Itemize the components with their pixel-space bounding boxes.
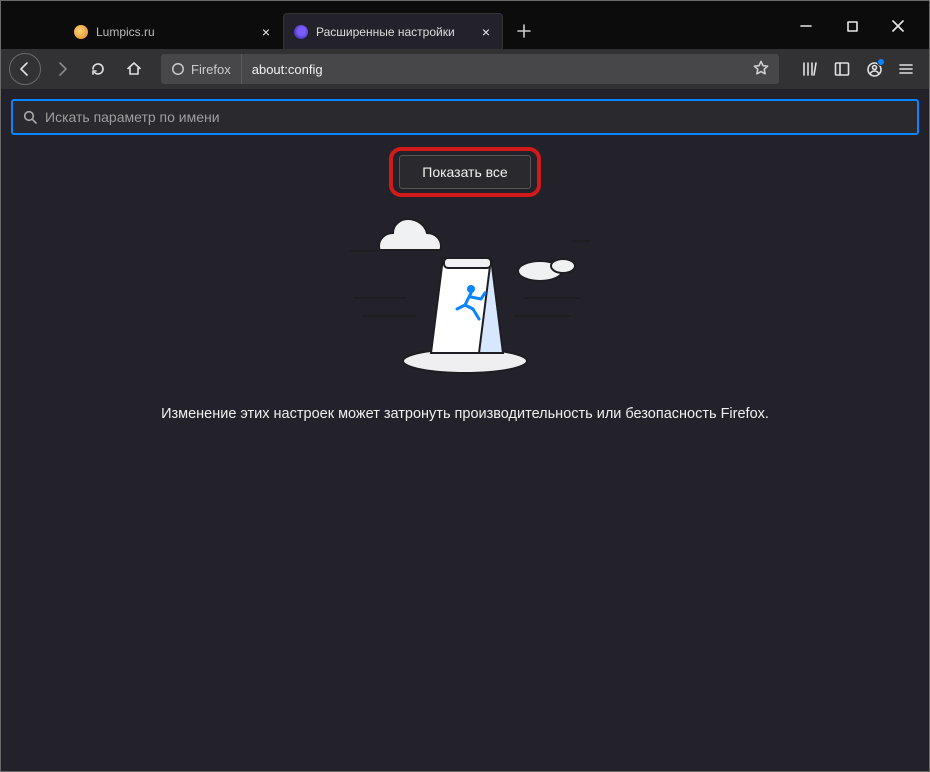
identity-box[interactable]: Firefox xyxy=(161,54,242,84)
url-text: about:config xyxy=(242,62,743,77)
show-all-wrap: Показать все xyxy=(399,155,530,189)
forward-button[interactable] xyxy=(47,54,77,84)
maximize-button[interactable] xyxy=(829,10,875,42)
window-controls xyxy=(783,9,929,43)
minimize-button[interactable] xyxy=(783,10,829,42)
close-tab-icon[interactable]: × xyxy=(260,25,272,39)
account-icon[interactable] xyxy=(859,54,889,84)
tab-about-config[interactable]: Расширенные настройки × xyxy=(283,13,503,49)
tab-lumpics[interactable]: Lumpics.ru × xyxy=(63,13,283,49)
favicon-icon xyxy=(74,25,88,39)
config-search-box[interactable] xyxy=(11,99,919,135)
tab-label: Lumpics.ru xyxy=(96,25,252,39)
firefox-logo-icon xyxy=(171,62,185,76)
back-button[interactable] xyxy=(9,53,41,85)
tab-strip: Lumpics.ru × Расширенные настройки × xyxy=(1,13,539,49)
warning-text: Изменение этих настроек может затронуть … xyxy=(161,406,769,422)
config-search-input[interactable] xyxy=(45,109,907,125)
close-window-button[interactable] xyxy=(875,10,921,42)
bookmark-star-icon[interactable] xyxy=(743,60,779,79)
page-content: Показать все xyxy=(1,89,929,771)
toolbar-right-icons xyxy=(795,54,921,84)
close-tab-icon[interactable]: × xyxy=(480,25,492,39)
navigation-toolbar: Firefox about:config xyxy=(1,49,929,89)
caution-illustration-icon xyxy=(315,203,615,378)
library-icon[interactable] xyxy=(795,54,825,84)
home-button[interactable] xyxy=(119,54,149,84)
sidebar-icon[interactable] xyxy=(827,54,857,84)
titlebar: Lumpics.ru × Расширенные настройки × xyxy=(1,1,929,49)
identity-label: Firefox xyxy=(191,62,231,77)
firefox-favicon-icon xyxy=(294,25,308,39)
new-tab-button[interactable] xyxy=(509,16,539,46)
app-menu-icon[interactable] xyxy=(891,54,921,84)
reload-button[interactable] xyxy=(83,54,113,84)
show-all-button[interactable]: Показать все xyxy=(399,155,530,189)
notification-dot-icon xyxy=(877,58,885,66)
tab-label: Расширенные настройки xyxy=(316,25,472,39)
search-icon xyxy=(23,110,37,124)
url-bar[interactable]: Firefox about:config xyxy=(161,54,779,84)
browser-window: Lumpics.ru × Расширенные настройки × xyxy=(0,0,930,772)
